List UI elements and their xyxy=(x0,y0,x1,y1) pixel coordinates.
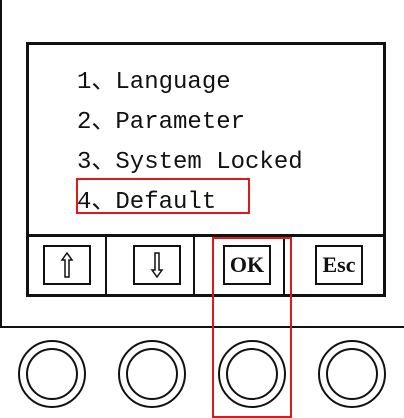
ok-softkey-label: OK xyxy=(229,252,265,277)
softkey-divider xyxy=(283,237,285,294)
menu-item-default[interactable]: 4、Default xyxy=(77,183,303,223)
menu-item-language[interactable]: 1、Language xyxy=(77,63,303,103)
down-softkey[interactable] xyxy=(133,245,181,285)
menu-item-system-locked[interactable]: 3、System Locked xyxy=(77,143,303,183)
up-softkey[interactable] xyxy=(43,245,91,285)
up-arrow-icon xyxy=(60,251,74,278)
softkey-divider xyxy=(193,237,195,294)
device-panel: 1、Language 2、Parameter 3、System Locked 4… xyxy=(0,0,404,328)
softkey-divider xyxy=(105,237,107,294)
down-arrow-icon xyxy=(150,252,164,279)
softkey-bar: OK Esc xyxy=(29,234,383,294)
esc-softkey-label: Esc xyxy=(322,252,356,277)
esc-softkey[interactable]: Esc xyxy=(315,245,363,285)
lcd-screen: 1、Language 2、Parameter 3、System Locked 4… xyxy=(26,42,386,297)
hardware-button-1[interactable] xyxy=(18,340,86,408)
ok-softkey[interactable]: OK xyxy=(223,245,271,285)
hardware-button-ok[interactable] xyxy=(218,340,286,408)
hardware-button-2[interactable] xyxy=(118,340,186,408)
settings-menu: 1、Language 2、Parameter 3、System Locked 4… xyxy=(77,63,303,223)
hardware-button-4[interactable] xyxy=(318,340,386,408)
menu-item-parameter[interactable]: 2、Parameter xyxy=(77,103,303,143)
